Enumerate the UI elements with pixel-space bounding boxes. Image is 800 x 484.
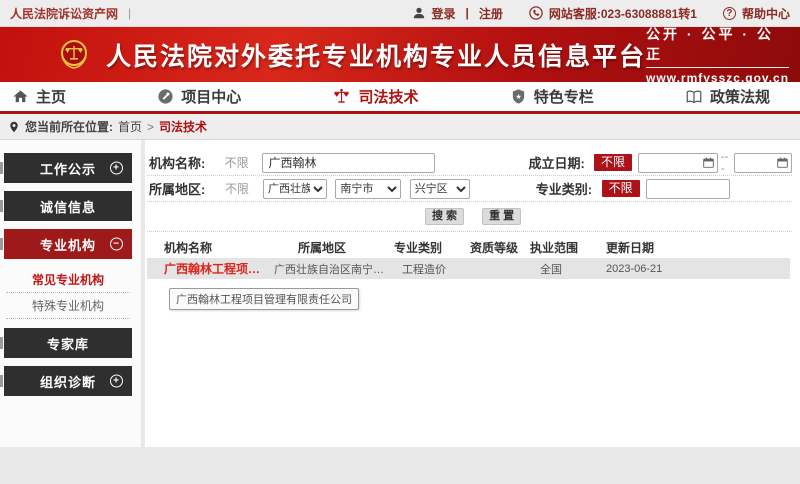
- home-icon: [12, 88, 29, 105]
- org-name-unlimited-option[interactable]: 不限: [225, 154, 255, 171]
- nav-tab-policies[interactable]: 政策法规: [685, 86, 770, 107]
- customer-service-link[interactable]: 网站客服:023-63088881转1: [549, 5, 697, 22]
- user-icon: [412, 6, 426, 20]
- date-to-field[interactable]: [734, 153, 792, 173]
- sidebar-item-organization-diagnosis[interactable]: 组织诊断 +: [4, 366, 132, 396]
- scales-icon: [332, 87, 351, 106]
- founded-unlimited-button[interactable]: 不限: [594, 154, 632, 171]
- help-center-link[interactable]: 帮助中心: [742, 5, 790, 22]
- col-header-org-name: 机构名称: [164, 239, 274, 256]
- nav-tab-project-center[interactable]: 项目中心: [157, 86, 241, 107]
- sidebar-item-professional-institutions[interactable]: 专业机构 −: [4, 229, 132, 259]
- location-pin-icon: [8, 121, 20, 133]
- site-url: www.rmfysszc.gov.cn: [646, 71, 789, 85]
- login-register-divider: |: [466, 6, 469, 20]
- row-category: 工程造价: [394, 261, 470, 277]
- nav-tab-judicial-technology[interactable]: 司法技术: [332, 86, 418, 107]
- expand-plus-icon[interactable]: +: [110, 162, 123, 175]
- breadcrumb-current: 司法技术: [159, 118, 207, 135]
- col-header-region: 所属地区: [274, 239, 394, 256]
- results-table: 机构名称 所属地区 专业类别 资质等级 执业范围 更新日期 广西翰林工程项目管理…: [147, 236, 792, 279]
- row-scope: 全国: [530, 261, 606, 277]
- org-name-label: 机构名称:: [149, 153, 211, 172]
- org-detail-link[interactable]: 广西翰林工程项目管理有限责任...: [164, 260, 274, 277]
- founded-date-label: 成立日期:: [528, 153, 588, 172]
- sidebar: 工作公示 + 诚信信息 专业机构 − 常见专业机构 特殊专业机构 专家库 组织诊…: [0, 140, 141, 447]
- asset-site-link[interactable]: 人民法院诉讼资产网: [10, 5, 118, 22]
- col-header-category: 专业类别: [394, 239, 470, 256]
- col-header-updated: 更新日期: [606, 239, 792, 256]
- city-select[interactable]: 南宁市: [335, 179, 401, 199]
- form-row-1: 机构名称: 不限 成立日期: 不限 ---: [147, 150, 792, 176]
- table-header-row: 机构名称 所属地区 专业类别 资质等级 执业范围 更新日期: [147, 236, 792, 258]
- form-buttons: 搜 索 重 置: [147, 202, 792, 232]
- org-name-input[interactable]: [262, 153, 435, 173]
- region-unlimited-option[interactable]: 不限: [225, 180, 255, 197]
- row-updated: 2023-06-21: [606, 263, 790, 275]
- region-label: 所属地区:: [149, 179, 211, 198]
- col-header-scope: 执业范围: [530, 239, 606, 256]
- sidebar-subitem-special-institutions[interactable]: 特殊专业机构: [6, 293, 130, 319]
- help-icon: ?: [723, 7, 736, 20]
- breadcrumb-separator: >: [147, 120, 154, 134]
- calendar-icon[interactable]: [777, 157, 788, 168]
- calendar-icon[interactable]: [703, 157, 714, 168]
- phone-icon: [529, 6, 543, 20]
- nav-tab-special-column[interactable]: ★ 特色专栏: [510, 86, 594, 107]
- masthead: 人民法院对外委托专业机构专业人员信息平台 公开 · 公平 · 公正 www.rm…: [0, 27, 800, 82]
- project-icon: [157, 88, 174, 105]
- category-input[interactable]: [646, 179, 730, 199]
- row-region: 广西壮族自治区南宁市兴宁区: [274, 261, 394, 277]
- expand-plus-icon[interactable]: +: [110, 375, 123, 388]
- table-row: 广西翰林工程项目管理有限责任... 广西壮族自治区南宁市兴宁区 工程造价 全国 …: [147, 258, 790, 279]
- sidebar-subitem-common-institutions[interactable]: 常见专业机构: [6, 267, 130, 293]
- sidebar-item-integrity-info[interactable]: 诚信信息: [4, 191, 132, 221]
- search-button[interactable]: 搜 索: [425, 208, 464, 225]
- slogan: 公开 · 公平 · 公正: [646, 24, 789, 68]
- date-from-input[interactable]: [643, 155, 703, 171]
- category-unlimited-button[interactable]: 不限: [602, 180, 640, 197]
- breadcrumb-prefix: 您当前所在位置:: [25, 118, 113, 135]
- main-panel: 机构名称: 不限 成立日期: 不限 ---: [145, 140, 800, 447]
- sidebar-item-expert-library[interactable]: 专家库: [4, 328, 132, 358]
- collapse-minus-icon[interactable]: −: [110, 238, 123, 251]
- main-nav: 主页 项目中心 司法技术 ★ 特色专栏 政策法规: [0, 82, 800, 114]
- breadcrumb: 您当前所在位置: 首页 > 司法技术: [0, 114, 800, 140]
- register-link[interactable]: 注册: [479, 5, 503, 22]
- form-row-2: 所属地区: 不限 广西壮族自治区 南宁市 兴宁区 专业类别: 不限: [147, 176, 792, 202]
- reset-button[interactable]: 重 置: [482, 208, 521, 225]
- date-range-separator: ---: [721, 151, 731, 175]
- date-from-field[interactable]: [638, 153, 718, 173]
- court-emblem-logo: [56, 37, 92, 73]
- topbar-divider: |: [128, 6, 131, 20]
- svg-text:★: ★: [515, 93, 521, 101]
- province-select[interactable]: 广西壮族自治区: [263, 179, 327, 199]
- top-utility-bar: 人民法院诉讼资产网 | 登录 | 注册 网站客服:023-63088881转1 …: [0, 0, 800, 27]
- col-header-grade: 资质等级: [470, 239, 530, 256]
- org-name-tooltip: 广西翰林工程项目管理有限责任公司: [169, 288, 359, 310]
- login-link[interactable]: 登录: [432, 5, 456, 22]
- page-title: 人民法院对外委托专业机构专业人员信息平台: [106, 37, 646, 73]
- shield-icon: ★: [510, 88, 527, 105]
- nav-tab-home[interactable]: 主页: [12, 86, 66, 107]
- sidebar-item-work-publicity[interactable]: 工作公示 +: [4, 153, 132, 183]
- district-select[interactable]: 兴宁区: [410, 179, 470, 199]
- date-to-input[interactable]: [739, 155, 777, 171]
- breadcrumb-home-link[interactable]: 首页: [118, 118, 142, 135]
- book-icon: [685, 88, 703, 106]
- content-area: 工作公示 + 诚信信息 专业机构 − 常见专业机构 特殊专业机构 专家库 组织诊…: [0, 140, 800, 484]
- category-label: 专业类别:: [536, 179, 596, 198]
